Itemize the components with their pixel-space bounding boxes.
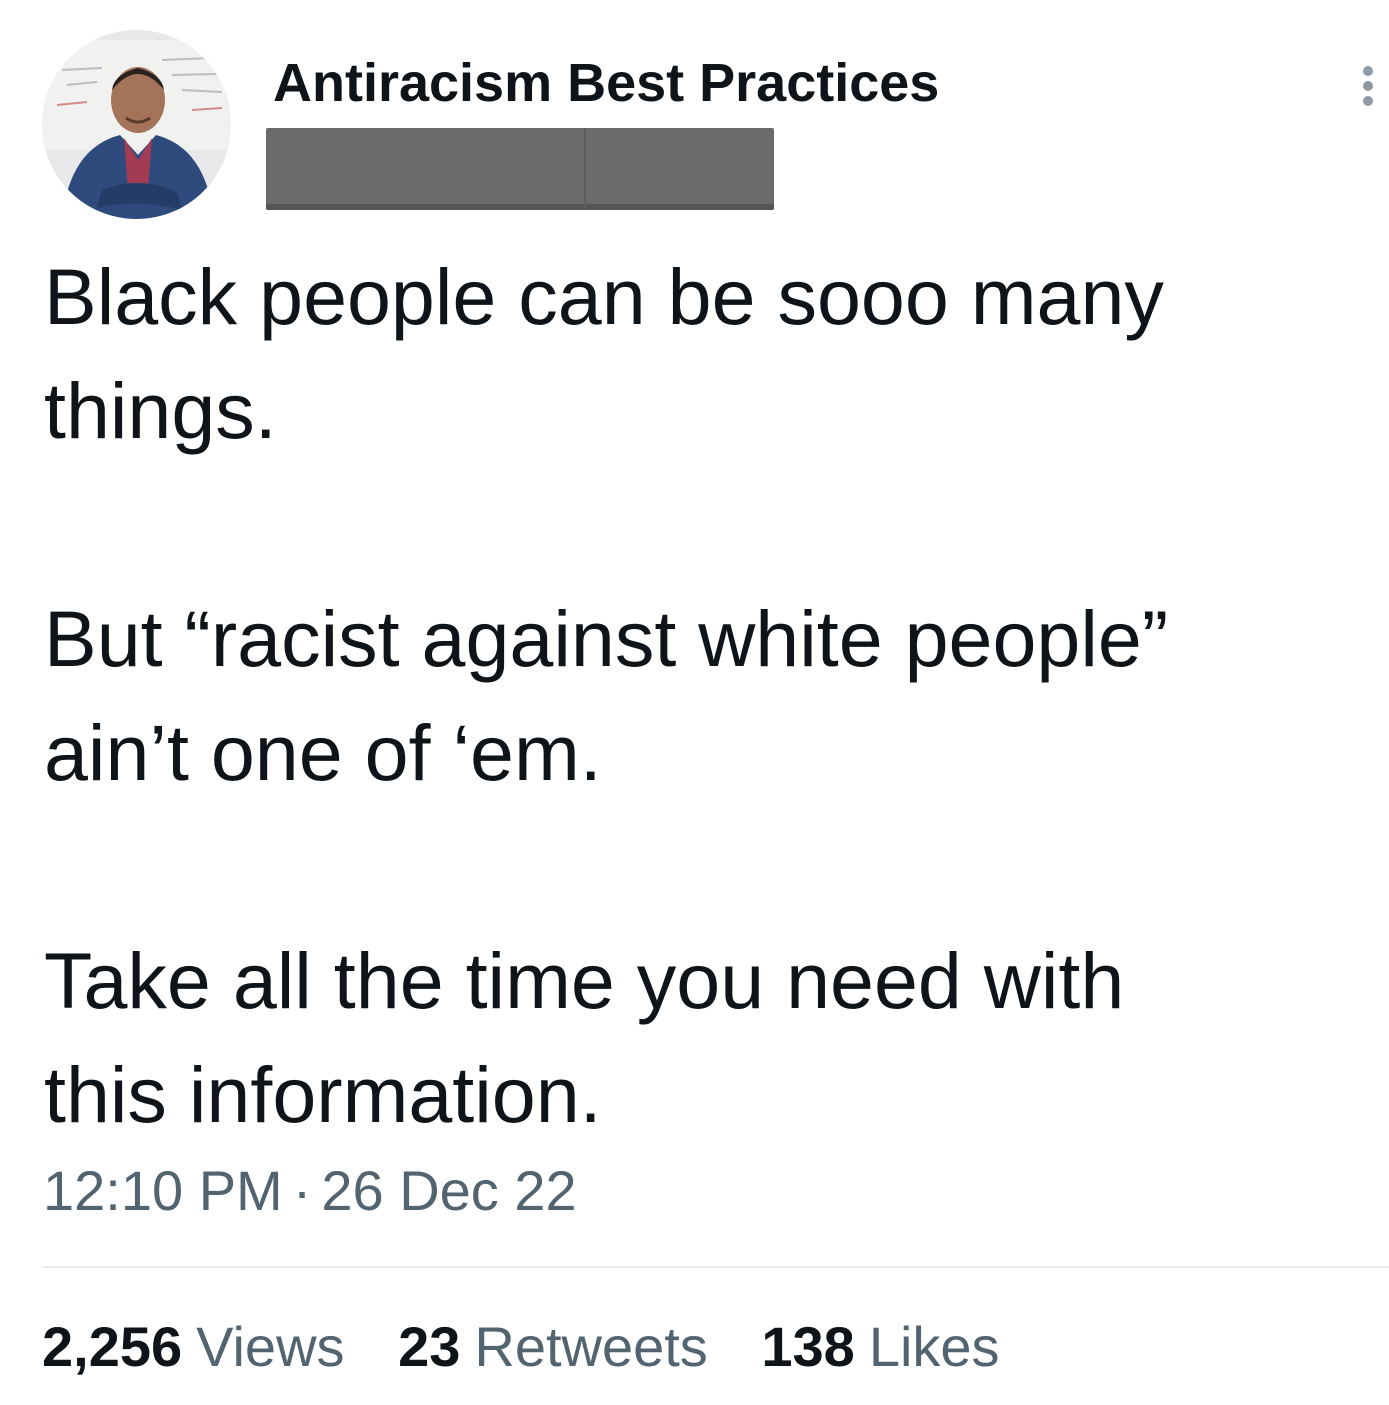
display-name[interactable]: Antiracism Best Practices <box>273 52 939 114</box>
more-dot <box>1363 96 1373 106</box>
timestamp[interactable]: 12:10 PM · 26 Dec 22 <box>43 1158 577 1223</box>
more-dot <box>1363 81 1373 91</box>
tweet-container: Antiracism Best Practices Black people c… <box>0 0 1389 1405</box>
retweets-stat[interactable]: 23 Retweets <box>398 1314 708 1379</box>
tweet-date: 26 Dec 22 <box>321 1159 577 1222</box>
timestamp-separator: · <box>292 1159 312 1222</box>
likes-count: 138 <box>761 1315 855 1378</box>
tweet-stats: 2,256 Views 23 Retweets 138 Likes <box>42 1314 1038 1379</box>
more-dot <box>1363 66 1373 76</box>
retweets-count: 23 <box>398 1315 461 1378</box>
divider <box>42 1266 1389 1268</box>
avatar[interactable] <box>42 30 231 219</box>
retweets-label: Retweets <box>474 1315 708 1378</box>
tweet-time: 12:10 PM <box>43 1159 283 1222</box>
likes-stat[interactable]: 138 Likes <box>761 1314 999 1379</box>
views-stat[interactable]: 2,256 Views <box>42 1314 345 1379</box>
avatar-photo <box>42 30 231 219</box>
redaction-seam <box>584 128 586 210</box>
tweet-text: Black people can be sooo many things. Bu… <box>44 252 1169 1139</box>
views-count: 2,256 <box>42 1315 183 1378</box>
redacted-handle <box>266 128 774 210</box>
views-label: Views <box>196 1315 345 1378</box>
more-vertical-icon[interactable] <box>1350 62 1386 110</box>
likes-label: Likes <box>868 1315 1000 1378</box>
